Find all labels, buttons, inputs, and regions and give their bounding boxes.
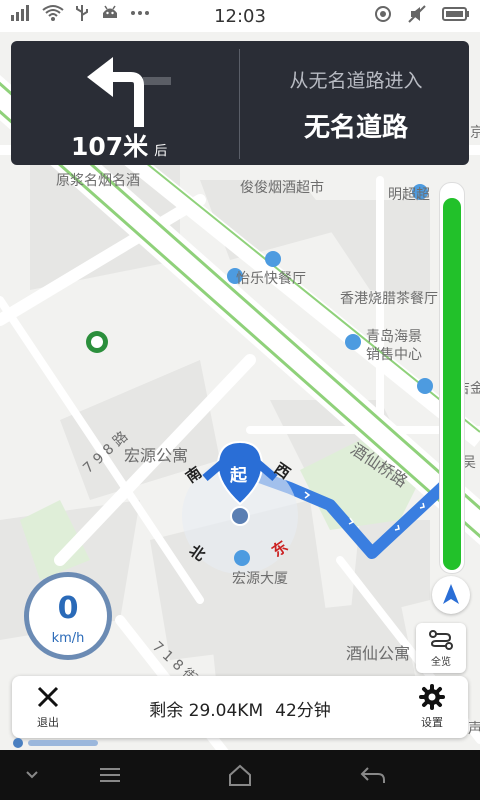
poi-label[interactable]: 香港烧腊茶餐厅 bbox=[340, 288, 438, 308]
map-logo bbox=[12, 737, 108, 748]
speed-value: 0 bbox=[57, 591, 79, 626]
poi-label[interactable]: 俊俊烟酒超市 bbox=[240, 177, 324, 197]
remaining-distance: 剩余 29.04KM bbox=[149, 701, 264, 721]
turn-distance-suffix: 后 bbox=[154, 144, 168, 159]
home-icon[interactable] bbox=[220, 763, 260, 787]
card-divider bbox=[239, 49, 240, 159]
navigation-instruction-card: 107米后 从无名道路进入 无名道路 bbox=[11, 41, 469, 165]
remaining-time: 42分钟 bbox=[275, 701, 331, 721]
chevron-down-icon[interactable] bbox=[12, 763, 52, 787]
gear-icon bbox=[419, 684, 445, 710]
mute-icon bbox=[408, 5, 426, 23]
poi-label[interactable]: 宏源大厦 bbox=[232, 568, 288, 588]
restaurant-icon bbox=[265, 251, 281, 267]
navigation-arrow-icon bbox=[443, 584, 459, 604]
speed-unit: km/h bbox=[51, 631, 85, 646]
poi-label[interactable]: 原浆名烟名酒 bbox=[56, 170, 140, 190]
pill-icon bbox=[417, 378, 433, 394]
system-navigation-bar bbox=[0, 750, 480, 800]
location-icon bbox=[375, 6, 391, 22]
trip-info-bar: 退出 剩余 29.04KM 42分钟 设置 bbox=[12, 676, 468, 738]
building-icon bbox=[345, 334, 361, 350]
poi-label[interactable]: 青岛海景 bbox=[366, 326, 422, 346]
locate-button[interactable] bbox=[432, 576, 470, 614]
poi-label[interactable]: 销售中心 bbox=[366, 344, 422, 364]
poi-label[interactable]: 怡乐快餐厅 bbox=[236, 268, 306, 288]
status-icons-right bbox=[374, 5, 470, 23]
settings-button[interactable]: 设置 bbox=[412, 684, 452, 730]
turn-distance-value: 107米 bbox=[71, 132, 149, 161]
poi-label[interactable]: 宏源公寓 bbox=[124, 442, 188, 466]
poi-label[interactable]: 明超超 bbox=[388, 184, 430, 204]
menu-icon[interactable] bbox=[90, 763, 130, 787]
settings-label: 设置 bbox=[421, 716, 443, 729]
turn-left-arrow-icon bbox=[87, 57, 171, 127]
route-overview-icon bbox=[429, 630, 453, 650]
battery-icon bbox=[442, 7, 469, 21]
poi-label[interactable]: 酒仙公寓 bbox=[346, 640, 410, 664]
route-progress-fill bbox=[443, 197, 461, 570]
poi-label[interactable]: 声 bbox=[468, 718, 480, 738]
start-marker-label: 起 bbox=[230, 466, 247, 486]
route-progress-bar bbox=[439, 182, 465, 574]
building-icon bbox=[234, 550, 250, 566]
speedometer: 0 km/h bbox=[24, 572, 112, 660]
status-bar: 12:03 bbox=[0, 0, 480, 32]
poi-label[interactable]: 京 bbox=[470, 122, 480, 142]
turn-distance: 107米后 bbox=[71, 127, 167, 163]
overview-button[interactable]: 全览 bbox=[416, 623, 466, 673]
overview-label: 全览 bbox=[431, 657, 451, 668]
entry-hint: 从无名道路进入 bbox=[289, 70, 423, 92]
trip-remaining: 剩余 29.04KM 42分钟 bbox=[12, 696, 468, 721]
next-road-name: 无名道路 bbox=[303, 113, 408, 143]
back-icon[interactable] bbox=[352, 763, 392, 787]
